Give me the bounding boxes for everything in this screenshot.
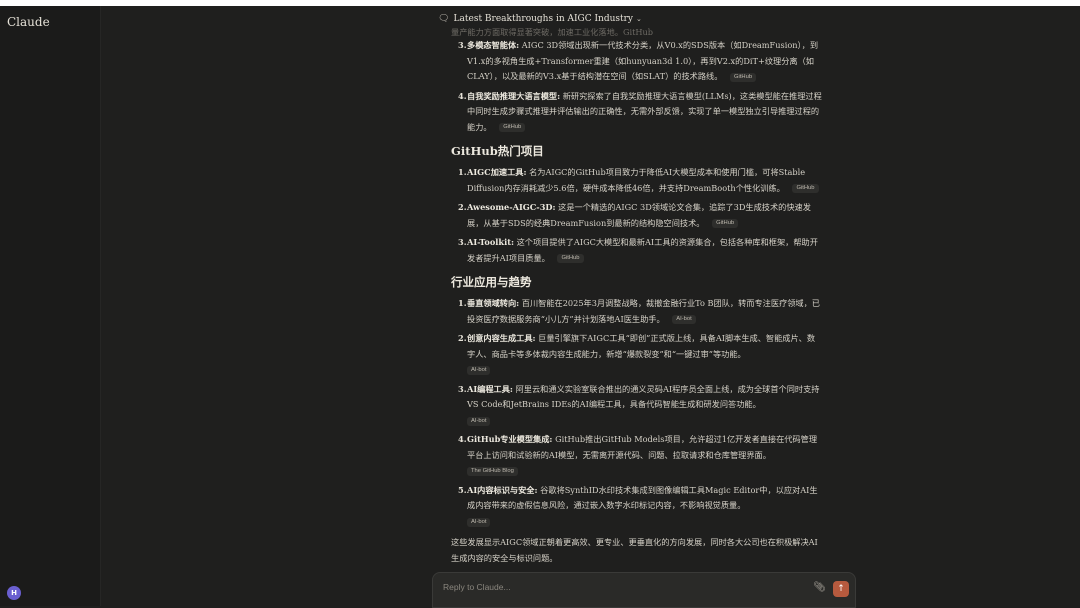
item-title: AI-Toolkit: — [467, 237, 514, 247]
list-number: 3. — [458, 383, 467, 394]
source-badge[interactable]: GitHub — [730, 72, 757, 82]
source-badge[interactable]: GitHub — [499, 123, 526, 132]
list-number: 3. — [458, 237, 467, 247]
item-title: 创意内容生成工具: — [467, 333, 536, 343]
item-title: 多模态智能体: — [467, 40, 520, 50]
item-text: 百川智能在2025年3月调整战略，裁撤金融行业To B团队，转而专注医疗领域，已… — [467, 298, 820, 324]
section-heading-industry: 行业应用与趋势 — [451, 275, 532, 289]
list-item: 3. AI-Toolkit: 这个项目提供了AIGC大模型和最新AI工具的资源集… — [451, 235, 823, 266]
item-title: AI内容标识与安全: — [467, 484, 538, 495]
list-item: 1. AIGC加速工具: 名为AIGC的GitHub项目致力于降低AI大模型成本… — [451, 165, 823, 196]
send-button[interactable]: ↑ — [833, 581, 849, 597]
source-badge[interactable]: AI-bot — [467, 517, 491, 527]
list-item: 1. 垂直领域转向: 百川智能在2025年3月调整战略，裁撤金融行业To B团队… — [451, 296, 823, 327]
arrow-up-icon: ↑ — [837, 584, 845, 594]
top-strip — [0, 0, 1080, 6]
reply-input-box[interactable]: Reply to Claude... 📎︎ ↑ — [432, 572, 856, 608]
list-item: 3. AI编程工具: 阿里云和通义实验室联合推出的通义灵码AI程序员全面上线，成… — [451, 382, 823, 429]
list-number: 1. — [458, 167, 467, 177]
list-number: 2. — [458, 333, 467, 343]
item-text: 这个项目提供了AIGC大模型和最新AI工具的资源集合，包括各种库和框架，帮助开发… — [467, 237, 818, 263]
section-heading-github: GitHub热门项目 — [451, 144, 544, 158]
chevron-down-icon: ⌄ — [636, 15, 642, 23]
paperclip-icon[interactable]: 📎︎ — [813, 582, 826, 593]
item-title: 自我奖励推理大语言模型: — [467, 90, 561, 101]
source-badge[interactable]: GitHub — [557, 254, 584, 263]
list-number: 4. — [458, 434, 467, 444]
list-item: 5. AI内容标识与安全: 谷歌将SynthID水印技术集成到图像编辑工具Mag… — [451, 483, 823, 530]
faded-text: 量产能力方面取得显著突破，加速工业化落地。GitHub — [451, 27, 654, 37]
source-badge[interactable]: AI-bot — [467, 366, 491, 375]
github-list: 1. AIGC加速工具: 名为AIGC的GitHub项目致力于降低AI大模型成本… — [451, 165, 823, 266]
source-badge[interactable]: AI-bot — [467, 416, 491, 426]
source-badge[interactable]: AI-bot — [672, 315, 696, 324]
list-number: 3. — [458, 40, 467, 50]
industry-list: 1. 垂直领域转向: 百川智能在2025年3月调整战略，裁撤金融行业To B团队… — [451, 296, 823, 529]
list-item: 3. 多模态智能体: AIGC 3D领域出现新一代技术分类，从V0.x的SDS版… — [451, 38, 823, 85]
sidebar: Claude H — [0, 6, 101, 606]
research-list: 3. 多模态智能体: AIGC 3D领域出现新一代技术分类，从V0.x的SDS版… — [451, 38, 823, 135]
item-title: AI编程工具: — [467, 383, 513, 394]
closing-paragraph: 这些发展显示AIGC领域正朝着更高效、更专业、更垂直化的方向发展，同时各大公司也… — [451, 537, 818, 563]
list-number: 4. — [458, 90, 467, 101]
source-badge[interactable]: The GitHub Blog — [467, 467, 518, 476]
reply-input[interactable]: Reply to Claude... — [443, 582, 511, 592]
list-item: 4. GitHub专业模型集成: GitHub推出GitHub Models项目… — [451, 432, 823, 479]
source-badge[interactable]: GitHub — [792, 184, 819, 193]
chat-title-button[interactable]: 🗨︎ Latest Breakthroughs in AIGC Industry ⌄ — [0, 14, 1080, 24]
list-item: 4. 自我奖励推理大语言模型: 新研究探索了自我奖励推理大语言模型(LLMs)，… — [451, 89, 823, 136]
item-title: Awesome-AIGC-3D: — [467, 202, 556, 212]
item-text: 阿里云和通义实验室联合推出的通义灵码AI程序员全面上线，成为全球首个同时支持VS… — [467, 383, 820, 410]
user-avatar[interactable]: H — [7, 586, 21, 600]
chat-title: Latest Breakthroughs in AIGC Industry — [453, 14, 634, 24]
item-title: AIGC加速工具: — [467, 167, 527, 177]
item-title: 垂直领域转向: — [467, 298, 520, 308]
item-text: AIGC 3D领域出现新一代技术分类，从V0.x的SDS版本（如DreamFus… — [467, 40, 819, 81]
source-badge[interactable]: GitHub — [712, 219, 739, 228]
message-content: 量产能力方面取得显著突破，加速工业化落地。GitHub 3. 多模态智能体: A… — [451, 24, 823, 572]
list-item: 2. Awesome-AIGC-3D: 这是一个精选的AIGC 3D领域论文合集… — [451, 200, 823, 231]
list-number: 2. — [458, 202, 467, 212]
list-number: 1. — [458, 298, 467, 308]
list-item: 2. 创意内容生成工具: 巨量引擎旗下AIGC工具“即创”正式版上线，具备AI脚… — [451, 331, 823, 378]
chat-bubbles-icon: 🗨︎ — [438, 14, 450, 24]
list-number: 5. — [458, 484, 467, 495]
item-title: GitHub专业模型集成: — [467, 434, 553, 444]
